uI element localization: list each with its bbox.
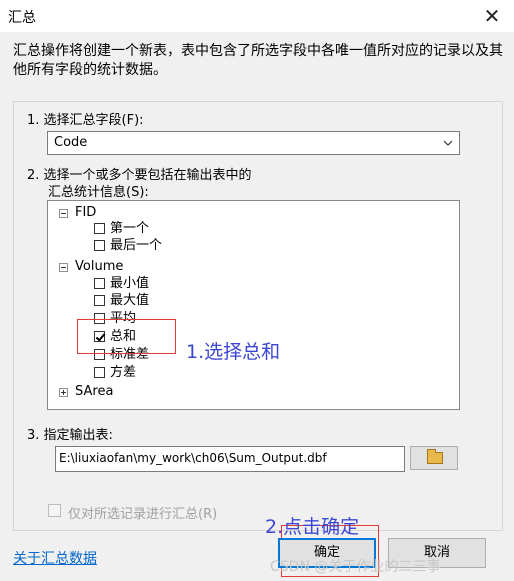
- window-title: 汇总: [8, 10, 36, 26]
- chevron-down-icon: [443, 140, 453, 146]
- about-summarize-link[interactable]: 关于汇总数据: [13, 548, 97, 568]
- tree-item-first[interactable]: 第一个: [110, 220, 149, 238]
- tree-item-last[interactable]: 最后一个: [110, 237, 162, 255]
- statistics-tree: FID 第一个 最后一个 Volume 最小值 最大值 平均 总和 标准差 方差…: [47, 200, 460, 410]
- collapse-icon[interactable]: [59, 209, 68, 218]
- tree-item-min[interactable]: 最小值: [110, 275, 149, 293]
- summarize-dialog: 汇总 ✕ 汇总操作将创建一个新表，表中包含了所选字段中各唯一值所对应的记录以及其…: [0, 0, 514, 581]
- checkbox-max[interactable]: [94, 295, 105, 306]
- collapse-icon[interactable]: [59, 263, 68, 272]
- output-table-input[interactable]: E:\liuxiaofan\my_work\ch06\Sum_Output.db…: [55, 446, 405, 472]
- summarize-field-select[interactable]: Code: [47, 131, 460, 155]
- step2-label-line2: 汇总统计信息(S):: [48, 185, 149, 200]
- step3-label: 3. 指定输出表:: [27, 428, 113, 443]
- tree-item-max[interactable]: 最大值: [110, 292, 149, 310]
- tree-item-variance[interactable]: 方差: [110, 364, 136, 382]
- selected-only-checkbox[interactable]: [48, 504, 61, 517]
- tree-node-sarea[interactable]: SArea: [75, 383, 113, 401]
- watermark: CSDN @关于作业的二三事: [270, 559, 441, 575]
- checkbox-last[interactable]: [94, 240, 105, 251]
- tree-node-fid[interactable]: FID: [75, 204, 96, 222]
- step1-label: 1. 选择汇总字段(F):: [27, 113, 144, 128]
- title-bar: 汇总 ✕: [0, 0, 514, 32]
- description-text: 汇总操作将创建一个新表，表中包含了所选字段中各唯一值所对应的记录以及其他所有字段…: [13, 43, 503, 78]
- close-icon[interactable]: ✕: [480, 4, 504, 28]
- checkbox-min[interactable]: [94, 278, 105, 289]
- annotation-select-sum: 1.选择总和: [186, 341, 281, 363]
- expand-icon[interactable]: [59, 388, 68, 397]
- annotation-box-sum: [77, 319, 176, 354]
- checkbox-first[interactable]: [94, 223, 105, 234]
- tree-node-volume[interactable]: Volume: [75, 258, 123, 276]
- summarize-field-value: Code: [54, 135, 88, 150]
- folder-open-icon: [427, 449, 443, 464]
- output-table-path: E:\liuxiaofan\my_work\ch06\Sum_Output.db…: [59, 451, 327, 465]
- selected-only-label: 仅对所选记录进行汇总(R): [68, 507, 218, 522]
- checkbox-variance[interactable]: [94, 367, 105, 378]
- annotation-click-ok: 2.点击确定: [265, 516, 360, 538]
- browse-button[interactable]: [410, 446, 458, 470]
